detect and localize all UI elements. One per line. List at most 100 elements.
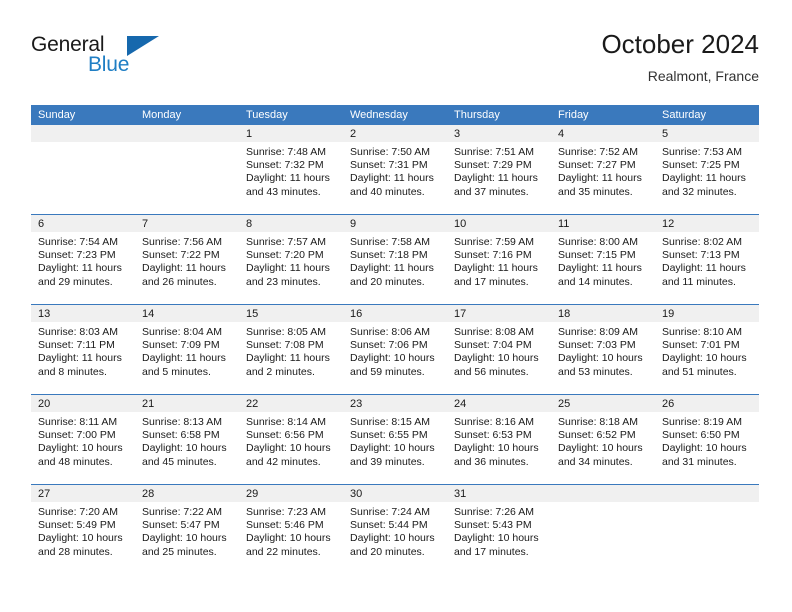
calendar-day-cell[interactable]: 20 Sunrise: 8:11 AM Sunset: 7:00 PM Dayligh… (31, 394, 135, 485)
calendar-day-cell[interactable]: 10 Sunrise: 7:59 AM Sunset: 7:16 PM Dayligh… (447, 214, 551, 305)
calendar-day-cell[interactable]: 4 Sunrise: 7:52 AM Sunset: 7:27 PM Daylight… (551, 125, 655, 215)
calendar-day-cell[interactable]: 21 Sunrise: 8:13 AM Sunset: 6:58 PM Dayligh… (135, 394, 239, 485)
general-blue-logo[interactable]: General Blue (31, 33, 161, 85)
triangle-icon (127, 36, 159, 56)
daylight-text-line2: and 29 minutes. (38, 275, 113, 288)
day-details: Sunrise: 8:16 AM Sunset: 6:53 PM Daylight:… (447, 412, 551, 469)
calendar-week-row: 20 Sunrise: 8:11 AM Sunset: 7:00 PM Dayligh… (31, 394, 759, 485)
day-number (135, 125, 239, 142)
daylight-text-line2: and 32 minutes. (662, 185, 737, 198)
calendar-empty-cell (551, 484, 655, 574)
sunrise-text: Sunrise: 7:52 AM (558, 146, 638, 158)
calendar-empty-cell (31, 125, 135, 215)
sunset-text: Sunset: 6:52 PM (558, 429, 636, 442)
daylight-text-line1: Daylight: 10 hours (558, 442, 643, 455)
calendar-day-cell[interactable]: 31 Sunrise: 7:26 AM Sunset: 5:43 PM Dayligh… (447, 484, 551, 574)
calendar-grid: Sunday Monday Tuesday Wednesday Thursday… (31, 105, 759, 574)
daylight-text-line2: and 34 minutes. (558, 455, 633, 468)
daylight-text-line2: and 20 minutes. (350, 545, 425, 558)
daylight-text-line2: and 11 minutes. (662, 275, 736, 288)
sunrise-text: Sunrise: 8:09 AM (558, 326, 638, 338)
sunrise-text: Sunrise: 7:23 AM (246, 506, 326, 518)
daylight-text-line2: and 37 minutes. (454, 185, 529, 198)
sunset-text: Sunset: 7:13 PM (662, 249, 740, 262)
calendar-day-cell[interactable]: 29 Sunrise: 7:23 AM Sunset: 5:46 PM Dayligh… (239, 484, 343, 574)
calendar-day-cell[interactable]: 14 Sunrise: 8:04 AM Sunset: 7:09 PM Dayligh… (135, 304, 239, 395)
sunset-text: Sunset: 5:47 PM (142, 519, 220, 532)
day-number: 13 (31, 305, 135, 322)
day-number: 8 (239, 215, 343, 232)
sunset-text: Sunset: 6:56 PM (246, 429, 324, 442)
sunrise-text: Sunrise: 7:53 AM (662, 146, 742, 158)
calendar-day-cell[interactable]: 11 Sunrise: 8:00 AM Sunset: 7:15 PM Dayligh… (551, 214, 655, 305)
sunrise-text: Sunrise: 8:10 AM (662, 326, 742, 338)
sunset-text: Sunset: 7:31 PM (350, 159, 428, 172)
logo-text-blue: Blue (88, 53, 130, 76)
daylight-text-line1: Daylight: 10 hours (662, 442, 747, 455)
calendar-day-cell[interactable]: 26 Sunrise: 8:19 AM Sunset: 6:50 PM Dayligh… (655, 394, 759, 485)
calendar-day-cell[interactable]: 7 Sunrise: 7:56 AM Sunset: 7:22 PM Daylight… (135, 214, 239, 305)
sunset-text: Sunset: 5:44 PM (350, 519, 428, 532)
calendar-day-cell[interactable]: 6 Sunrise: 7:54 AM Sunset: 7:23 PM Daylight… (31, 214, 135, 305)
sunset-text: Sunset: 7:09 PM (142, 339, 220, 352)
calendar-day-cell[interactable]: 2 Sunrise: 7:50 AM Sunset: 7:31 PM Daylight… (343, 125, 447, 215)
calendar-day-cell[interactable]: 16 Sunrise: 8:06 AM Sunset: 7:06 PM Dayligh… (343, 304, 447, 395)
sunrise-text: Sunrise: 8:03 AM (38, 326, 118, 338)
calendar-day-cell[interactable]: 24 Sunrise: 8:16 AM Sunset: 6:53 PM Dayligh… (447, 394, 551, 485)
calendar-day-cell[interactable]: 3 Sunrise: 7:51 AM Sunset: 7:29 PM Daylight… (447, 125, 551, 215)
sunrise-text: Sunrise: 8:00 AM (558, 236, 638, 248)
daylight-text-line1: Daylight: 10 hours (454, 532, 539, 545)
daylight-text-line1: Daylight: 10 hours (454, 442, 539, 455)
daylight-text-line2: and 48 minutes. (38, 455, 113, 468)
day-details: Sunrise: 7:57 AM Sunset: 7:20 PM Daylight:… (239, 232, 343, 289)
sunset-text: Sunset: 5:46 PM (246, 519, 324, 532)
sunrise-text: Sunrise: 7:57 AM (246, 236, 326, 248)
calendar-day-cell[interactable]: 5 Sunrise: 7:53 AM Sunset: 7:25 PM Daylight… (655, 125, 759, 215)
day-details: Sunrise: 7:26 AM Sunset: 5:43 PM Daylight:… (447, 502, 551, 559)
calendar-day-cell[interactable]: 19 Sunrise: 8:10 AM Sunset: 7:01 PM Dayligh… (655, 304, 759, 395)
daylight-text-line1: Daylight: 11 hours (142, 352, 226, 365)
weekday-header-wednesday: Wednesday (343, 105, 447, 125)
calendar-day-cell[interactable]: 17 Sunrise: 8:08 AM Sunset: 7:04 PM Dayligh… (447, 304, 551, 395)
daylight-text-line1: Daylight: 11 hours (454, 262, 538, 275)
calendar-day-cell[interactable]: 8 Sunrise: 7:57 AM Sunset: 7:20 PM Daylight… (239, 214, 343, 305)
day-details: Sunrise: 7:51 AM Sunset: 7:29 PM Daylight:… (447, 142, 551, 199)
day-number: 5 (655, 125, 759, 142)
daylight-text-line1: Daylight: 11 hours (454, 172, 538, 185)
day-details: Sunrise: 8:06 AM Sunset: 7:06 PM Daylight:… (343, 322, 447, 379)
calendar-day-cell[interactable]: 27 Sunrise: 7:20 AM Sunset: 5:49 PM Dayligh… (31, 484, 135, 574)
day-number: 20 (31, 395, 135, 412)
sunrise-text: Sunrise: 8:13 AM (142, 416, 222, 428)
weekday-header-thursday: Thursday (447, 105, 551, 125)
calendar-day-cell[interactable]: 12 Sunrise: 8:02 AM Sunset: 7:13 PM Dayligh… (655, 214, 759, 305)
calendar-day-cell[interactable]: 30 Sunrise: 7:24 AM Sunset: 5:44 PM Dayligh… (343, 484, 447, 574)
calendar-empty-cell (135, 125, 239, 215)
sunrise-text: Sunrise: 8:15 AM (350, 416, 430, 428)
calendar-week-row: 27 Sunrise: 7:20 AM Sunset: 5:49 PM Dayligh… (31, 484, 759, 574)
day-number: 11 (551, 215, 655, 232)
calendar-day-cell[interactable]: 15 Sunrise: 8:05 AM Sunset: 7:08 PM Dayligh… (239, 304, 343, 395)
day-number: 21 (135, 395, 239, 412)
calendar-week-row: 6 Sunrise: 7:54 AM Sunset: 7:23 PM Daylight… (31, 214, 759, 305)
daylight-text-line2: and 17 minutes. (454, 545, 529, 558)
daylight-text-line2: and 53 minutes. (558, 365, 633, 378)
calendar-day-cell[interactable]: 25 Sunrise: 8:18 AM Sunset: 6:52 PM Dayligh… (551, 394, 655, 485)
daylight-text-line1: Daylight: 10 hours (350, 442, 435, 455)
calendar-day-cell[interactable]: 22 Sunrise: 8:14 AM Sunset: 6:56 PM Dayligh… (239, 394, 343, 485)
daylight-text-line1: Daylight: 10 hours (558, 352, 643, 365)
calendar-day-cell[interactable]: 9 Sunrise: 7:58 AM Sunset: 7:18 PM Daylight… (343, 214, 447, 305)
sunset-text: Sunset: 7:01 PM (662, 339, 740, 352)
calendar-day-cell[interactable]: 1 Sunrise: 7:48 AM Sunset: 7:32 PM Daylight… (239, 125, 343, 215)
day-number: 17 (447, 305, 551, 322)
daylight-text-line2: and 20 minutes. (350, 275, 425, 288)
sunrise-text: Sunrise: 7:22 AM (142, 506, 222, 518)
sunset-text: Sunset: 5:43 PM (454, 519, 532, 532)
calendar-day-cell[interactable]: 18 Sunrise: 8:09 AM Sunset: 7:03 PM Dayligh… (551, 304, 655, 395)
day-details: Sunrise: 8:10 AM Sunset: 7:01 PM Daylight:… (655, 322, 759, 379)
calendar-day-cell[interactable]: 13 Sunrise: 8:03 AM Sunset: 7:11 PM Dayligh… (31, 304, 135, 395)
daylight-text-line2: and 14 minutes. (558, 275, 633, 288)
daylight-text-line2: and 56 minutes. (454, 365, 529, 378)
calendar-day-cell[interactable]: 28 Sunrise: 7:22 AM Sunset: 5:47 PM Dayligh… (135, 484, 239, 574)
calendar-day-cell[interactable]: 23 Sunrise: 8:15 AM Sunset: 6:55 PM Dayligh… (343, 394, 447, 485)
sunset-text: Sunset: 7:11 PM (38, 339, 115, 352)
